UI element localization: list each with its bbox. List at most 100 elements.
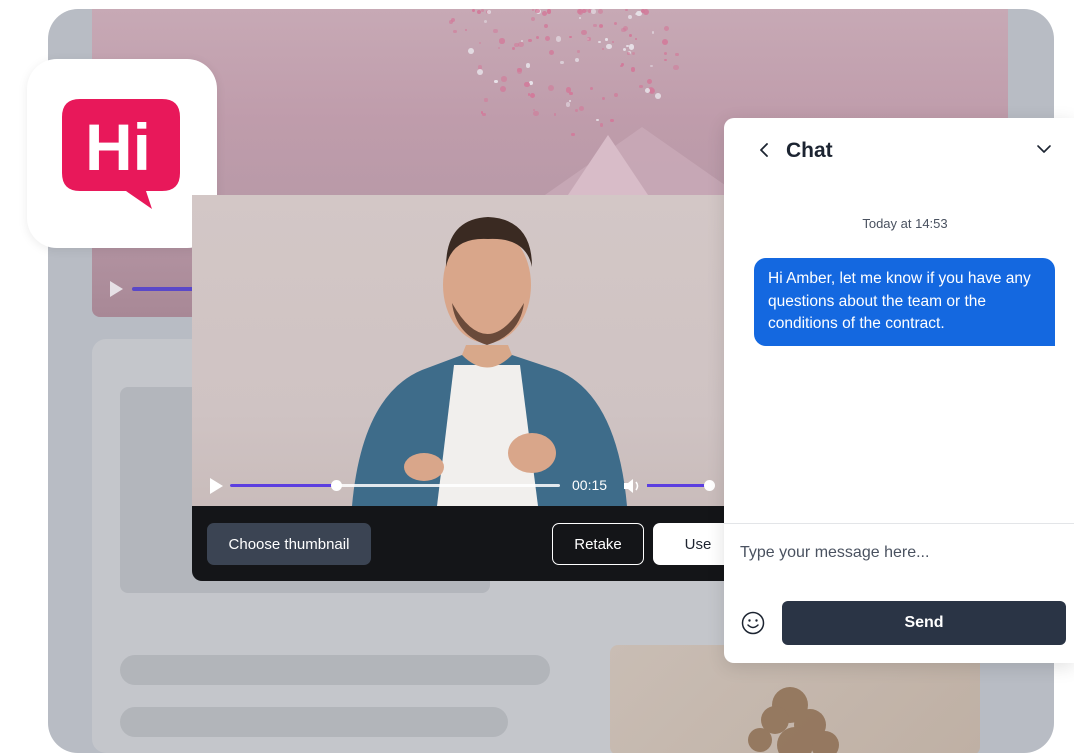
sparkle-particle: [569, 99, 572, 102]
sparkle-particle: [486, 10, 491, 15]
mini-progress-bar: [132, 287, 196, 291]
presenter-figure: [352, 217, 627, 506]
sparkle-particle: [627, 52, 631, 56]
chevron-down-icon[interactable]: [1036, 144, 1052, 154]
sparkle-particle: [627, 14, 633, 20]
sparkle-particle: [480, 9, 484, 12]
volume-handle[interactable]: [704, 480, 715, 491]
sparkle-particle: [516, 68, 523, 74]
sparkle-particle: [548, 50, 554, 56]
hi-logo-icon: Hi: [62, 99, 180, 209]
sparkle-particle: [655, 93, 661, 100]
choose-thumbnail-button[interactable]: Choose thumbnail: [207, 523, 371, 565]
sparkle-particle: [476, 10, 481, 15]
sparkle-particle: [531, 9, 535, 12]
chat-title: Chat: [786, 139, 833, 162]
sparkle-particle: [478, 41, 482, 45]
sparkle-particle: [651, 30, 655, 34]
sparkle-particle: [628, 44, 635, 50]
sparkle-particle: [673, 64, 679, 71]
sparkle-particle: [582, 9, 586, 13]
sparkle-particle: [675, 52, 679, 57]
video-progress-handle[interactable]: [330, 480, 342, 491]
video-progress-fill: [230, 484, 336, 487]
sparkle-particle: [512, 46, 516, 50]
sparkle-particle: [605, 38, 608, 41]
sparkle-particle: [610, 118, 614, 123]
chat-header: Chat: [724, 118, 1074, 182]
composer-divider: [724, 523, 1074, 524]
chat-timestamp: Today at 14:53: [862, 216, 948, 231]
message-input[interactable]: [740, 536, 1060, 570]
sparkle-particle: [464, 28, 468, 32]
logo-text: Hi: [85, 110, 151, 184]
sparkle-particle: [578, 16, 582, 20]
sparkle-particle: [578, 105, 584, 112]
sparkle-particle: [546, 9, 552, 14]
sparkle-particle: [602, 48, 605, 51]
sparkle-particle: [571, 132, 575, 137]
retake-button[interactable]: Retake: [552, 523, 644, 565]
sparkle-particle: [661, 39, 668, 45]
chevron-left-icon[interactable]: [758, 142, 770, 158]
sparkle-particle: [468, 48, 475, 54]
play-icon[interactable]: [210, 478, 223, 494]
sparkle-particle: [606, 43, 612, 50]
sparkle-particle: [547, 85, 554, 92]
sparkle-particle: [565, 101, 571, 107]
sparkle-particle: [634, 37, 637, 40]
sparkle-particle: [601, 96, 605, 100]
sparkle-particle: [650, 64, 653, 68]
sparkle-particle: [591, 9, 596, 14]
volume-slider[interactable]: [647, 480, 715, 491]
sparkle-particle: [625, 9, 628, 12]
video-recorder-player: 00:15 Choose thumbnail Retake Use: [192, 195, 752, 581]
app-logo-tile: Hi: [27, 59, 217, 248]
placeholder-line: [120, 655, 550, 685]
sparkle-particle: [620, 63, 624, 67]
sparkle-particle: [530, 17, 535, 22]
sparkle-particle: [536, 35, 540, 39]
sparkle-particle: [483, 19, 487, 23]
sparkle-particle: [569, 36, 572, 39]
speaker-icon[interactable]: [622, 477, 642, 495]
sparkle-particle: [518, 41, 525, 48]
sparkle-particle: [576, 9, 582, 15]
sparkle-particle: [494, 79, 499, 84]
sparkle-particle: [581, 29, 587, 35]
video-time: 00:15: [572, 477, 608, 493]
sparkle-particle: [499, 38, 505, 44]
sparkle-particle: [524, 81, 530, 88]
prism-highlight: [568, 135, 648, 195]
sparkle-particle: [598, 40, 601, 43]
message-bubble: Hi Amber, let me know if you have any qu…: [754, 258, 1055, 346]
sparkle-particle: [544, 35, 551, 42]
sparkle-particle: [482, 112, 487, 117]
sparkle-particle: [544, 24, 549, 29]
sparkle-particle: [597, 9, 603, 14]
video-progress-bar[interactable]: [230, 480, 560, 491]
sparkle-particle: [471, 9, 475, 13]
placeholder-line: [120, 707, 508, 737]
sparkle-particle: [599, 24, 604, 29]
sparkle-particle: [525, 63, 531, 69]
sparkle-particle: [626, 44, 629, 47]
video-frame[interactable]: [192, 195, 752, 506]
sparkle-particle: [638, 84, 643, 89]
sparkle-particle: [631, 51, 635, 55]
chat-panel: Chat Today at 14:53 Hi Amber, let me kno…: [724, 118, 1074, 663]
sparkle-particle: [565, 86, 572, 93]
sparkle-particle: [453, 29, 457, 34]
play-icon: [110, 281, 123, 297]
send-button[interactable]: Send: [782, 601, 1066, 645]
sparkle-particle: [553, 113, 557, 117]
sparkle-particle: [630, 67, 636, 72]
sparkle-particle: [575, 57, 580, 62]
sparkle-particle: [529, 92, 535, 98]
sparkle-particle: [493, 28, 498, 33]
sparkle-particle: [450, 17, 455, 22]
sparkle-particle: [497, 46, 501, 50]
sparkle-particle: [501, 76, 507, 82]
smiley-icon[interactable]: [741, 611, 765, 635]
sparkle-particle: [577, 50, 580, 53]
